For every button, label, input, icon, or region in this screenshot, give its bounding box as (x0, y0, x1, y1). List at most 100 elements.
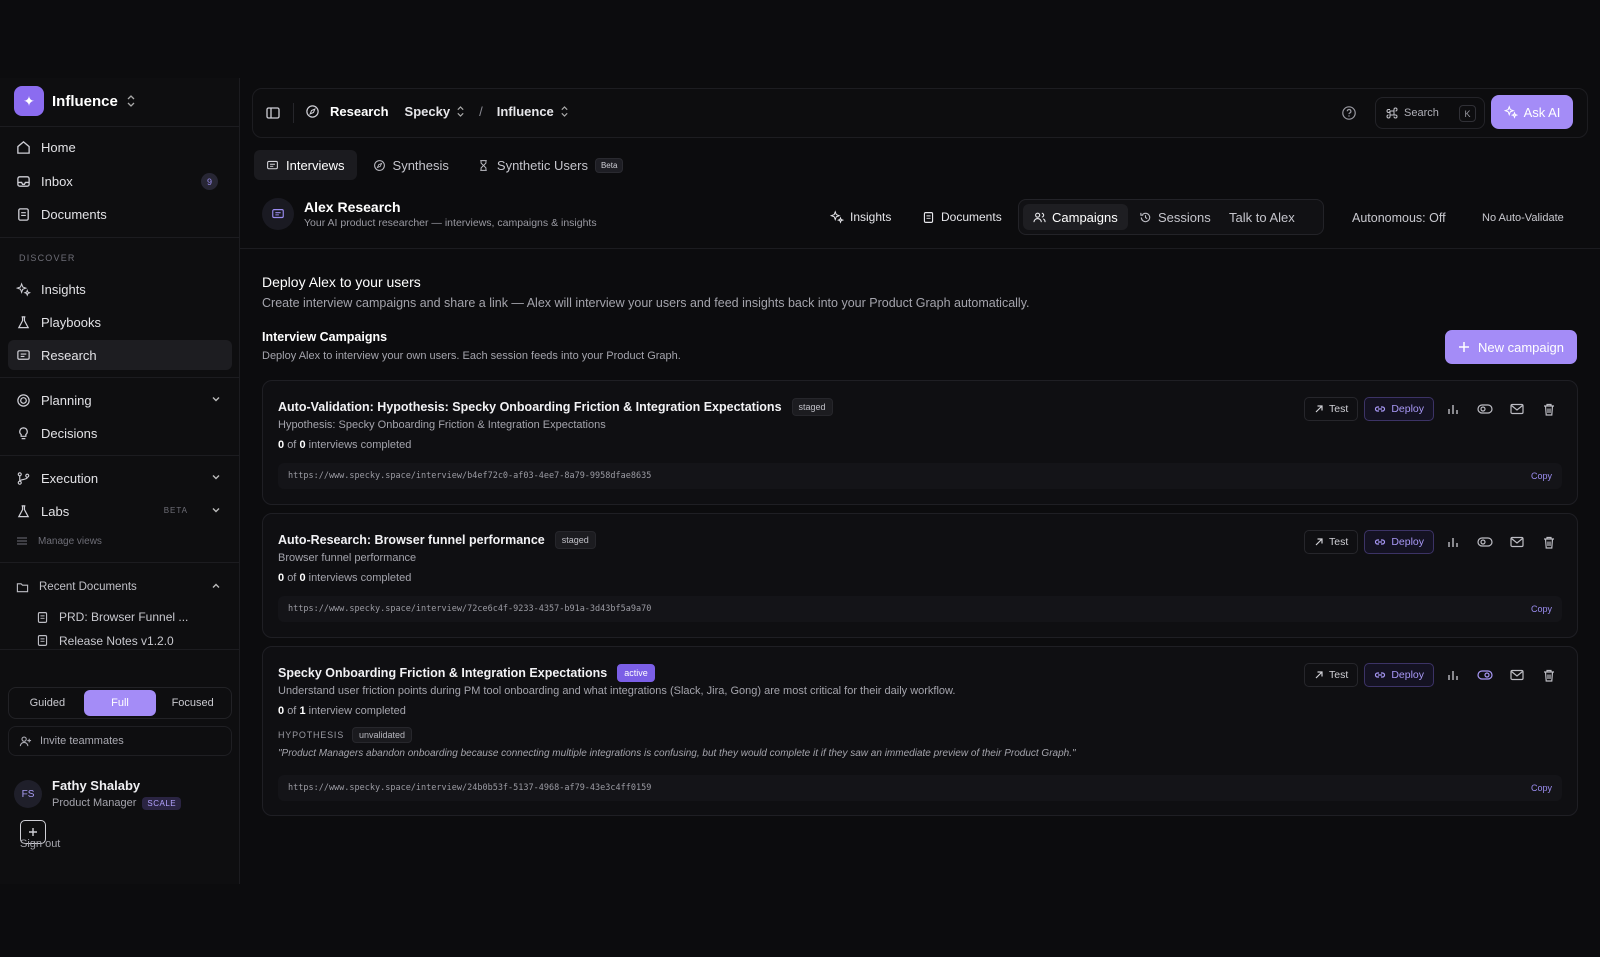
workspace-switcher[interactable]: ✦ Influence (14, 86, 136, 116)
copy-link-button[interactable]: Copy (1531, 471, 1552, 481)
trash-icon[interactable] (1536, 530, 1562, 554)
trash-icon[interactable] (1536, 663, 1562, 687)
test-button[interactable]: Test (1304, 663, 1359, 687)
status-badge: staged (791, 398, 833, 416)
campaign-title: Auto-Research: Browser funnel performanc… (278, 533, 545, 547)
toggle-icon[interactable] (1472, 397, 1498, 421)
progress-suffix: interviews completed (308, 572, 412, 584)
sidebar-item-label: Decisions (41, 425, 98, 441)
toggle-on-icon[interactable] (1472, 663, 1498, 687)
tab-synthesis[interactable]: Synthesis (361, 150, 461, 180)
seg-talk-to-alex[interactable]: Talk to Alex (1219, 204, 1305, 230)
test-button[interactable]: Test (1304, 530, 1359, 554)
sidebar-item-research[interactable]: Research (8, 340, 232, 370)
mail-icon[interactable] (1504, 663, 1530, 687)
seg-campaigns[interactable]: Campaigns (1023, 204, 1128, 230)
hypothesis-text: "Product Managers abandon onboarding bec… (278, 748, 1076, 759)
tab-synthetic-users[interactable]: Synthetic Users Beta (465, 150, 636, 180)
campaign-progress: 0 of 0 interviews completed (278, 572, 411, 584)
chevron-updown-icon (560, 106, 569, 117)
sidebar-item-inbox[interactable]: Inbox 9 (8, 166, 232, 196)
deploy-button[interactable]: Deploy (1364, 530, 1434, 554)
interview-link-field[interactable]: https://www.specky.space/interview/72ce6… (278, 596, 1562, 622)
sidebar-toggle-icon[interactable] (265, 105, 281, 121)
agent-nav-insights-label: Insights (850, 210, 892, 224)
recent-documents-header[interactable]: Recent Documents (8, 572, 232, 602)
deploy-button[interactable]: Deploy (1364, 397, 1434, 421)
recent-doc-item[interactable]: Release Notes v1.2.0 (28, 631, 224, 649)
sidebar-item-decisions[interactable]: Decisions (8, 418, 232, 448)
compass-icon (305, 104, 320, 119)
progress-done: 0 (278, 705, 285, 717)
bar-chart-icon[interactable] (1440, 663, 1466, 687)
mode-focused[interactable]: Focused (156, 690, 229, 716)
deploy-button[interactable]: Deploy (1364, 663, 1434, 687)
status-badge: active (617, 664, 655, 682)
bar-chart-icon[interactable] (1440, 530, 1466, 554)
test-label: Test (1329, 536, 1349, 548)
campaign-title-row: Auto-Research: Browser funnel performanc… (278, 531, 596, 549)
sidebar-item-planning[interactable]: Planning (8, 385, 232, 415)
agent-nav-insights[interactable]: Insights (830, 210, 891, 224)
manage-views-link[interactable]: Manage views (8, 529, 232, 553)
new-campaign-button[interactable]: New campaign (1445, 330, 1577, 364)
deploy-label: Deploy (1391, 536, 1424, 548)
campaign-description: Browser funnel performance (278, 552, 417, 564)
breadcrumb: Research Specky / Influence (305, 104, 569, 119)
sidebar-item-documents[interactable]: Documents (8, 199, 232, 229)
recent-doc-item[interactable]: PRD: Browser Funnel ... (28, 602, 224, 632)
seg-sessions[interactable]: Sessions (1129, 204, 1221, 230)
breadcrumb-workspace[interactable]: Influence (497, 104, 554, 119)
copy-link-button[interactable]: Copy (1531, 783, 1552, 793)
mail-icon[interactable] (1504, 530, 1530, 554)
interview-url: https://www.specky.space/interview/b4ef7… (288, 471, 652, 481)
breadcrumb-project[interactable]: Specky (405, 104, 451, 119)
test-label: Test (1329, 669, 1349, 681)
sidebar-item-execution[interactable]: Execution (8, 463, 232, 493)
autonomous-toggle[interactable]: Autonomous: Off (1352, 211, 1446, 225)
sidebar-item-labs[interactable]: Labs BETA (8, 496, 232, 526)
deploy-subtitle: Create interview campaigns and share a l… (262, 296, 1030, 310)
sidebar-item-label: Inbox (41, 173, 73, 189)
copy-link-button[interactable]: Copy (1531, 604, 1552, 614)
trash-icon[interactable] (1536, 397, 1562, 421)
sidebar-item-label: Insights (41, 281, 86, 297)
invite-teammates-button[interactable]: Invite teammates (8, 726, 232, 756)
breadcrumb-research[interactable]: Research (330, 104, 389, 119)
sidebar-item-label: Playbooks (41, 314, 101, 330)
agent-nav-documents[interactable]: Documents (922, 210, 1002, 224)
chevron-updown-icon (456, 106, 465, 117)
sidebar-item-insights[interactable]: Insights (8, 274, 232, 304)
search-button[interactable]: Search K (1375, 97, 1485, 129)
help-icon[interactable] (1341, 105, 1357, 121)
message-square-icon (16, 348, 31, 363)
chevron-up-icon (210, 580, 222, 592)
campaign-description: Hypothesis: Specky Onboarding Friction &… (278, 419, 606, 431)
plus-icon (1458, 341, 1470, 353)
link-icon (1374, 404, 1386, 414)
bar-chart-icon[interactable] (1440, 397, 1466, 421)
progress-of: of (287, 705, 297, 717)
auto-validate-toggle[interactable]: No Auto-Validate (1482, 212, 1564, 224)
view-mode-toggle: Guided Full Focused (8, 687, 232, 719)
avatar: FS (14, 780, 42, 808)
campaign-title: Specky Onboarding Friction & Integration… (278, 666, 608, 680)
mode-full[interactable]: Full (83, 690, 157, 716)
user-profile[interactable]: FS Fathy Shalaby Product Manager SCALE (14, 778, 182, 810)
arrow-up-right-icon (1314, 537, 1324, 547)
user-name: Fathy Shalaby (52, 778, 141, 793)
seg-label: Talk to Alex (1229, 209, 1295, 225)
interview-link-field[interactable]: https://www.specky.space/interview/24b0b… (278, 775, 1562, 801)
interview-link-field[interactable]: https://www.specky.space/interview/b4ef7… (278, 463, 1562, 489)
target-icon (16, 393, 31, 408)
mail-icon[interactable] (1504, 397, 1530, 421)
tab-interviews[interactable]: Interviews (254, 150, 357, 180)
sign-out-link[interactable]: Sign out (20, 838, 60, 850)
test-button[interactable]: Test (1304, 397, 1359, 421)
document-icon (36, 611, 49, 624)
toggle-icon[interactable] (1472, 530, 1498, 554)
mode-guided[interactable]: Guided (11, 690, 84, 716)
sidebar-item-home[interactable]: Home (8, 132, 232, 162)
ask-ai-button[interactable]: Ask AI (1491, 95, 1573, 129)
sidebar-item-playbooks[interactable]: Playbooks (8, 307, 232, 337)
